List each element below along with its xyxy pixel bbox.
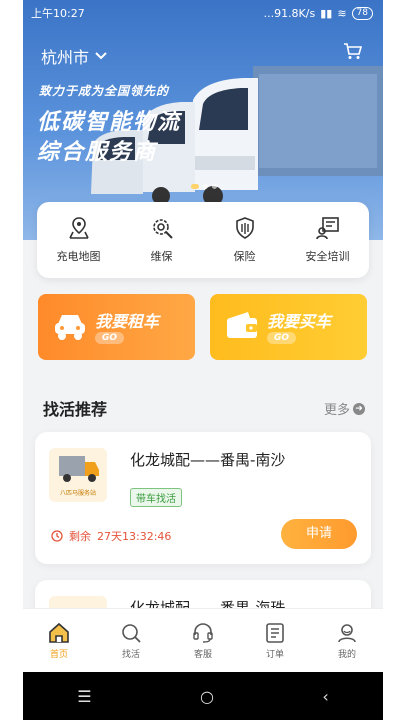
arrow-right-icon: ➜ — [353, 402, 365, 415]
more-link[interactable]: 更多 ➜ — [324, 399, 365, 418]
service-safety-training[interactable]: 安全培训 — [288, 216, 368, 264]
service-shortcuts: 充电地图 维保 保险 安全培训 — [37, 202, 369, 278]
maintenance-gear-icon — [152, 219, 173, 239]
training-icon — [315, 217, 339, 240]
tab-label: 订单 — [265, 650, 284, 660]
banner-slogan-line1: 低碳智能物流 — [37, 110, 182, 135]
pagination-dot — [203, 184, 208, 189]
section-title-text: 找活推荐 — [43, 400, 108, 419]
tab-label: 首页 — [49, 650, 68, 660]
buy-go-badge: GO — [267, 332, 297, 344]
tab-customer-service[interactable]: 客服 — [173, 622, 233, 660]
pagination-dot — [212, 184, 217, 189]
section-title: 找活推荐 — [42, 396, 116, 420]
service-label: 维保 — [150, 250, 173, 263]
job-title: 化龙城配——番禺-南沙 — [130, 451, 286, 469]
banner-slogan-line2: 综合服务商 — [37, 140, 158, 165]
bottom-tab-bar: 首页 找活 客服 订单 我的 — [23, 608, 383, 673]
tab-home[interactable]: 首页 — [29, 622, 89, 660]
headset-icon — [193, 623, 213, 643]
buy-car-title: 我要买车 — [267, 312, 332, 331]
job-timer: 剩余 27天13:32:46 — [51, 528, 171, 544]
wifi-icon: ≋ — [337, 6, 347, 20]
app-screen: 上午10:27 ...91.8K/s ▮▮ ≋ 78 杭州市 致力于成为全国领先… — [23, 0, 383, 720]
service-label: 充电地图 — [56, 250, 101, 263]
home-icon — [49, 622, 69, 643]
status-icons: ...91.8K/s ▮▮ ≋ 78 — [263, 6, 373, 20]
pagination-dot-active — [191, 184, 199, 189]
job-card[interactable]: 八匹马服务站 化龙城配——番禺-南沙 带车找活 剩余 27天13:32:46 申… — [35, 432, 371, 564]
system-nav-bar: ☰ ○ ‹ — [23, 672, 383, 720]
city-selector[interactable]: 杭州市 — [41, 44, 107, 68]
job-tag: 带车找活 — [130, 488, 182, 507]
shield-icon — [235, 217, 254, 239]
banner-pagination — [191, 184, 217, 189]
car-icon — [55, 315, 85, 340]
status-bar: 上午10:27 ...91.8K/s ▮▮ ≋ 78 — [23, 0, 383, 26]
rent-car-banner[interactable]: 我要租车 GO — [38, 294, 195, 360]
job-thumbnail: 八匹马服务站 — [49, 448, 107, 502]
buy-car-banner[interactable]: 我要买车 GO — [210, 294, 367, 360]
search-icon — [122, 624, 141, 643]
back-icon[interactable]: ‹ — [322, 687, 328, 706]
thumbnail-caption: 八匹马服务站 — [59, 490, 96, 497]
remaining-label: 剩余 — [69, 530, 91, 543]
service-maintenance[interactable]: 维保 — [122, 216, 202, 264]
signal-icon: ▮▮ — [320, 6, 333, 20]
rent-car-title: 我要租车 — [95, 312, 160, 331]
tab-orders[interactable]: 订单 — [245, 622, 305, 660]
home-nav-icon[interactable]: ○ — [200, 687, 214, 706]
cart-button[interactable] — [343, 42, 363, 64]
service-label: 安全培训 — [305, 250, 350, 263]
profile-icon — [338, 624, 356, 643]
tab-label: 找活 — [121, 650, 140, 660]
rent-go-badge: GO — [95, 332, 125, 344]
more-label: 更多 — [323, 403, 350, 418]
remaining-time: 27天13:32:46 — [97, 530, 172, 543]
service-insurance[interactable]: 保险 — [205, 216, 285, 264]
menu-icon[interactable]: ☰ — [77, 687, 91, 706]
tab-find-job[interactable]: 找活 — [101, 622, 161, 660]
apply-button[interactable]: 申请 — [281, 519, 357, 549]
cart-icon — [344, 43, 363, 59]
service-charging-map[interactable]: 充电地图 — [39, 216, 119, 264]
tab-label: 客服 — [193, 650, 212, 660]
network-speed: ...91.8K/s — [263, 6, 316, 20]
tab-profile[interactable]: 我的 — [317, 622, 377, 660]
banner-tagline: 致力于成为全国领先的 — [39, 84, 170, 98]
clock-icon — [51, 530, 63, 542]
battery-icon: 78 — [351, 6, 373, 20]
status-time: 上午10:27 — [31, 7, 85, 20]
truck-icon — [59, 456, 99, 482]
city-label: 杭州市 — [41, 48, 90, 67]
order-list-icon — [266, 623, 284, 643]
map-pin-icon — [68, 217, 89, 239]
service-label: 保险 — [233, 250, 256, 263]
tab-label: 我的 — [337, 650, 356, 660]
banner-slogan: 低碳智能物流 综合服务商 — [37, 108, 181, 168]
wallet-icon — [227, 312, 257, 338]
chevron-down-icon — [95, 52, 107, 60]
